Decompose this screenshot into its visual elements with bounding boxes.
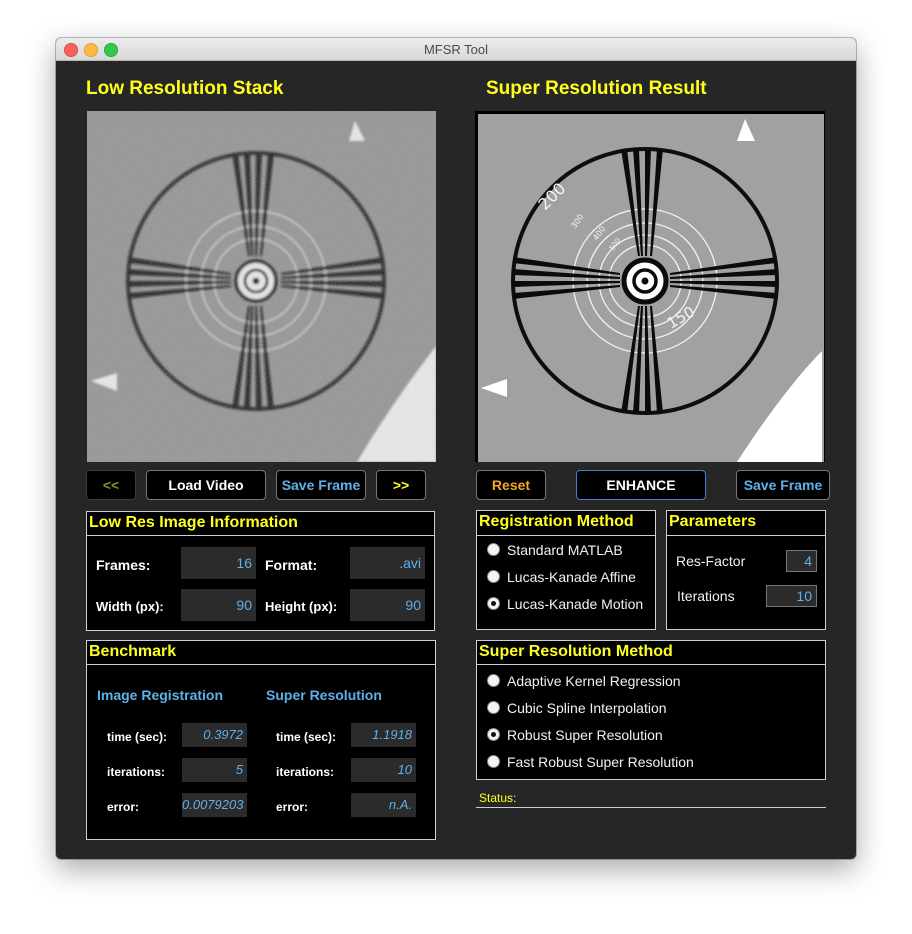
width-label: Width (px):	[96, 599, 164, 614]
height-label: Height (px):	[265, 599, 338, 614]
reg-error-field: 0.0079203	[182, 793, 247, 817]
radio-lucas-kanade-affine[interactable]: Lucas-Kanade Affine	[487, 568, 636, 586]
title-bar: MFSR Tool	[56, 38, 856, 61]
format-label: Format:	[265, 557, 318, 573]
registration-method-panel: Registration Method Standard MATLAB Luca…	[476, 510, 656, 630]
reg-iterations-label: iterations:	[107, 765, 166, 779]
radio-dot	[487, 674, 500, 687]
image-registration-title: Image Registration	[97, 687, 224, 703]
status-divider	[476, 807, 826, 808]
sr-error-label: error:	[276, 800, 309, 814]
super-resolution-title: Super Resolution	[266, 687, 382, 703]
benchmark-panel: Benchmark Image Registration Super Resol…	[86, 640, 436, 840]
format-field: .avi	[350, 547, 425, 579]
sr-error-field: n.A.	[351, 793, 416, 817]
reg-iterations-field: 5	[182, 758, 247, 782]
prev-frame-button[interactable]: <<	[86, 470, 136, 500]
benchmark-title: Benchmark	[89, 643, 177, 660]
super-res-heading: Super Resolution Result	[486, 78, 707, 99]
radio-dot	[487, 701, 500, 714]
sr-time-field: 1.1918	[351, 723, 416, 747]
radio-cubic-spline[interactable]: Cubic Spline Interpolation	[487, 699, 667, 717]
super-resolution-method-panel: Super Resolution Method Adaptive Kernel …	[476, 640, 826, 780]
enhance-button[interactable]: ENHANCE	[576, 470, 706, 500]
radio-dot	[487, 755, 500, 768]
reg-time-field: 0.3972	[182, 723, 247, 747]
next-frame-button[interactable]: >>	[376, 470, 426, 500]
radio-standard-matlab[interactable]: Standard MATLAB	[487, 541, 623, 559]
window-title: MFSR Tool	[423, 42, 489, 57]
low-res-heading: Low Resolution Stack	[86, 78, 284, 99]
radio-adaptive-kernel[interactable]: Adaptive Kernel Regression	[487, 672, 681, 690]
reg-time-label: time (sec):	[107, 730, 168, 744]
sr-iterations-field: 10	[351, 758, 416, 782]
sr-iterations-label: iterations:	[276, 765, 335, 779]
low-res-info-title: Low Res Image Information	[89, 514, 298, 531]
status-label: Status:	[479, 791, 517, 805]
sr-time-label: time (sec):	[276, 730, 337, 744]
width-field: 90	[181, 589, 256, 621]
iterations-field[interactable]: 10	[766, 585, 817, 607]
reg-error-label: error:	[107, 800, 140, 814]
radio-robust-sr[interactable]: Robust Super Resolution	[487, 726, 663, 744]
radio-dot-selected	[487, 728, 500, 741]
radio-dot	[487, 570, 500, 583]
radio-lucas-kanade-motion[interactable]: Lucas-Kanade Motion	[487, 595, 643, 613]
radio-fast-robust-sr[interactable]: Fast Robust Super Resolution	[487, 753, 694, 771]
super-resolution-method-title: Super Resolution Method	[479, 643, 673, 660]
res-factor-label: Res-Factor	[676, 553, 746, 569]
parameters-title: Parameters	[669, 513, 757, 530]
save-frame-right-button[interactable]: Save Frame	[736, 470, 830, 500]
radio-dot	[487, 543, 500, 556]
iterations-label: Iterations	[677, 588, 735, 604]
super-res-image: 200 300 400 500 150	[475, 111, 825, 462]
load-video-button[interactable]: Load Video	[146, 470, 266, 500]
frames-field: 16	[181, 547, 256, 579]
low-res-info-panel: Low Res Image Information Frames: 16 For…	[86, 511, 435, 631]
parameters-panel: Parameters Res-Factor 4 Iterations 10	[666, 510, 826, 630]
height-field: 90	[350, 589, 425, 621]
reset-button[interactable]: Reset	[476, 470, 546, 500]
save-frame-left-button[interactable]: Save Frame	[276, 470, 366, 500]
res-factor-field[interactable]: 4	[786, 550, 817, 572]
app-window: MFSR Tool Low Resolution Stack Super Res…	[56, 38, 856, 859]
radio-dot-selected	[487, 597, 500, 610]
registration-method-title: Registration Method	[479, 513, 634, 530]
frames-label: Frames:	[96, 557, 151, 573]
low-res-image	[87, 111, 436, 462]
